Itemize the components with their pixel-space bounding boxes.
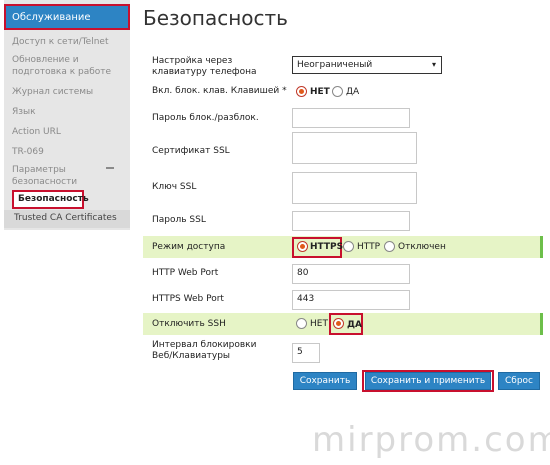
https-port-input[interactable]: 443 [292, 290, 410, 310]
access-http-radio[interactable] [343, 241, 354, 252]
lock-interval-input[interactable]: 5 [292, 343, 320, 363]
reset-button[interactable]: Сброс [498, 372, 540, 390]
sidebar-item-security-params-label: Параметры безопасности [12, 165, 78, 187]
ssh-label: Отключить SSH [152, 319, 226, 329]
sidebar-item-network-telnet[interactable]: Доступ к сети/Telnet [4, 36, 130, 48]
lock-key-yes-radio[interactable] [332, 86, 343, 97]
save-button[interactable]: Сохранить [293, 372, 357, 390]
pin-label: Пароль блок./разблок. [152, 113, 259, 123]
ssl-key-textarea[interactable] [292, 172, 417, 204]
sidebar-item-tr069[interactable]: TR-069 [4, 146, 130, 158]
https-port-label: HTTPS Web Port [152, 294, 224, 304]
keypad-setting-select[interactable]: Неограниченый ▾ [292, 56, 442, 74]
watermark: mirprom.com [312, 420, 550, 460]
sidebar-item-upgrade[interactable]: Обновление и подготовка к работе [4, 54, 122, 78]
row-edge-marker [540, 236, 543, 258]
sidebar-item-security-params[interactable]: Параметры безопасности [4, 164, 122, 188]
sidebar-item-trusted-ca[interactable]: Trusted CA Certificates [4, 210, 130, 228]
ssh-no-radio[interactable] [296, 318, 307, 329]
lock-key-yes-label: ДА [346, 87, 360, 97]
ssl-key-label: Ключ SSL [152, 182, 197, 192]
access-http-label: HTTP [357, 242, 381, 252]
pin-input[interactable] [292, 108, 410, 128]
collapse-icon[interactable] [106, 167, 114, 169]
access-off-radio[interactable] [384, 241, 395, 252]
access-https-radio[interactable] [297, 241, 308, 252]
sidebar-item-language[interactable]: Язык [4, 106, 130, 118]
lock-key-label: Вкл. блок. клав. Клавишей * [152, 86, 287, 96]
lock-key-no-radio[interactable] [296, 86, 307, 97]
access-off-label: Отключен [398, 242, 446, 252]
http-port-label: HTTP Web Port [152, 268, 219, 278]
page-title: Безопасность [143, 6, 288, 30]
lock-key-no-label: НЕТ [310, 87, 330, 97]
ssl-cert-label: Сертификат SSL [152, 146, 230, 156]
row-edge-marker [540, 313, 543, 335]
access-https-label: HTTPS [310, 242, 344, 252]
sidebar-item-system-log[interactable]: Журнал системы [4, 86, 130, 98]
ssh-yes-label: ДА [347, 320, 362, 330]
ssl-cert-textarea[interactable] [292, 132, 417, 164]
chevron-down-icon: ▾ [429, 58, 439, 72]
ssl-pass-label: Пароль SSL [152, 215, 206, 225]
http-port-input[interactable]: 80 [292, 264, 410, 284]
keypad-setting-label: Настройка через клавиатуру телефона [152, 56, 257, 77]
sidebar: Обслуживание Доступ к сети/Telnet Обновл… [4, 0, 130, 230]
ssl-pass-input[interactable] [292, 211, 410, 231]
lock-interval-label: Интервал блокировки Веб/Клавиатуры [152, 340, 257, 361]
save-apply-button[interactable]: Сохранить и применить [365, 372, 491, 390]
ssh-yes-radio[interactable] [333, 318, 344, 329]
keypad-setting-value: Неограниченый [297, 60, 373, 70]
ssh-no-label: НЕТ [310, 319, 328, 329]
sidebar-item-action-url[interactable]: Action URL [4, 126, 130, 138]
access-mode-label: Режим доступа [152, 242, 226, 252]
sidebar-header-maintenance[interactable]: Обслуживание [4, 4, 130, 30]
sidebar-item-security[interactable]: Безопасность [12, 190, 89, 209]
